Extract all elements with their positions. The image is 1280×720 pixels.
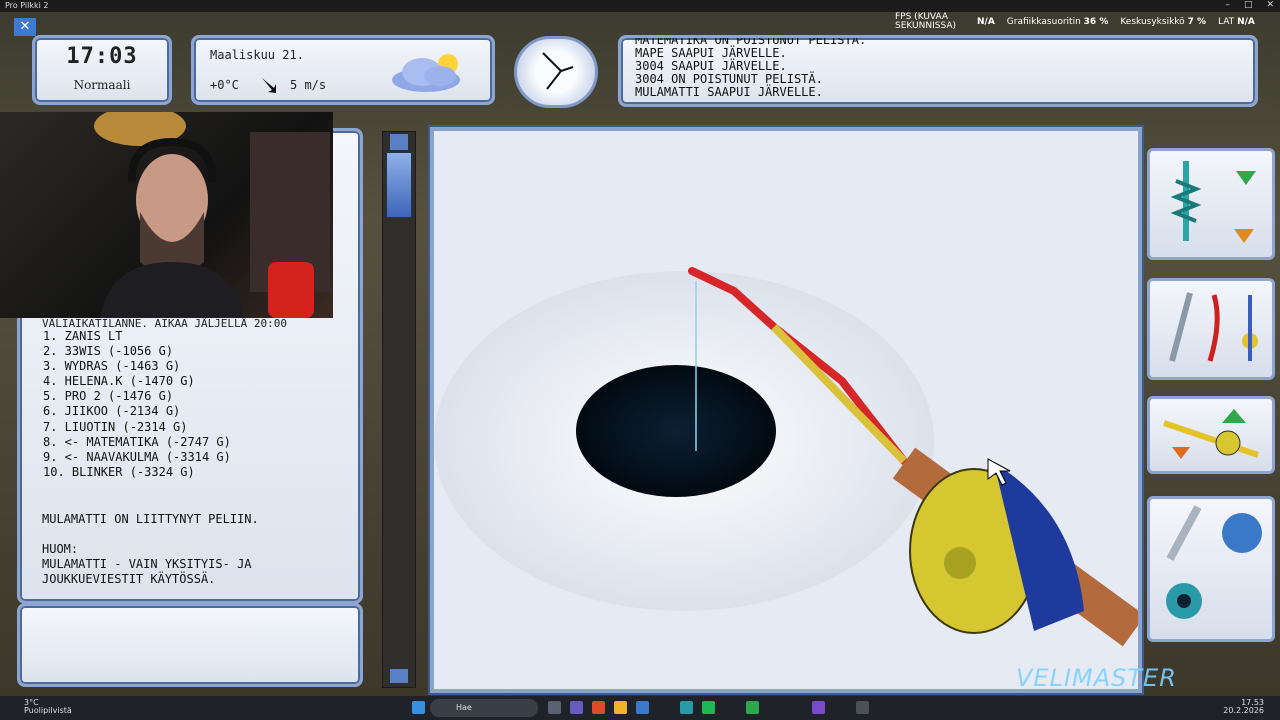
window-close-button[interactable]: ✕: [1266, 0, 1274, 10]
partly-cloudy-icon: [392, 54, 460, 92]
lures-icon: [1169, 292, 1258, 362]
clock-panel: 17:03 Normaali: [32, 35, 172, 105]
game-close-button[interactable]: ✕: [14, 18, 36, 36]
browser-icon[interactable]: [592, 701, 605, 714]
file-explorer-icon[interactable]: [614, 701, 627, 714]
app-icon[interactable]: [570, 701, 583, 714]
score-entry: 9. <- NAAVAKULMA (-3314 G): [43, 449, 231, 464]
start-icon[interactable]: [412, 701, 425, 714]
minimize-button[interactable]: –: [1225, 0, 1230, 10]
window-controls: – □ ✕: [1225, 0, 1274, 10]
store-icon[interactable]: [636, 701, 649, 714]
weather-panel: Maaliskuu 21. +0°C 5 m/s: [191, 35, 495, 105]
gpu-label: Grafiikkasuoritin: [1006, 17, 1081, 27]
tools-icons: [1166, 505, 1262, 619]
note-title: HUOM:: [42, 542, 79, 556]
game-icon[interactable]: [856, 701, 869, 714]
score-entry: 4. HELENA.K (-1470 G): [43, 374, 195, 389]
score-entry: 2. 33WIS (-1056 G): [43, 344, 174, 359]
fps-label: FPS (KUVAA SEKUNNISSA): [895, 12, 957, 31]
fishing-hole[interactable]: [576, 365, 776, 497]
taskbar-search[interactable]: Hae: [430, 699, 538, 717]
lat-label: LAT: [1218, 17, 1235, 27]
misc-tools-panel[interactable]: [1147, 496, 1275, 642]
score-entry: 8. <- MATEMATIKA (-2747 G): [43, 434, 231, 449]
game-speed-mode: Normaali: [73, 78, 131, 92]
performance-overlay: FPS (KUVAA SEKUNNISSA) N/A Grafiikkasuor…: [895, 11, 1255, 33]
lat-value: N/A: [1237, 17, 1255, 27]
taskbar-date: 20.2.2026: [1223, 706, 1264, 715]
auger-tool-panel[interactable]: [1147, 148, 1275, 260]
task-view-icon[interactable]: [548, 701, 561, 714]
score-entry: 10. BLINKER (-3324 G): [43, 464, 195, 479]
ice-hole-scene[interactable]: [430, 127, 1142, 693]
lure-selection-panel[interactable]: [1147, 278, 1275, 380]
compass-needle-icon: [542, 52, 574, 90]
temperature: +0°C: [210, 78, 239, 92]
score-entry: 5. PRO 2 (-1476 G): [43, 389, 174, 404]
taskbar: 3°C Puolipilvistä Hae 17.53 20.2.2026: [0, 696, 1280, 720]
wind-speed: 5 m/s: [290, 78, 327, 92]
slider-down-arrow-icon[interactable]: [390, 669, 408, 683]
taskbar-weather-desc: Puolipilvistä: [24, 706, 72, 715]
maximize-button[interactable]: □: [1244, 0, 1253, 10]
cpu-value: 7 %: [1187, 17, 1206, 27]
slider-up-arrow-icon[interactable]: [390, 134, 408, 150]
app-icon[interactable]: [680, 701, 693, 714]
cpu-label: Keskusyksikkö: [1120, 17, 1185, 27]
taskbar-search-label: Hae: [456, 703, 472, 712]
chat-input-panel[interactable]: [17, 603, 363, 687]
webcam-overlay: [0, 112, 333, 318]
gpu-value: 36 %: [1083, 17, 1109, 27]
taskbar-weather[interactable]: 3°C Puolipilvistä: [24, 699, 72, 715]
message-item: MULAMATTI SAAPUI JÄRVELLE.: [635, 85, 823, 99]
weather-date: Maaliskuu 21.: [210, 48, 304, 62]
ice-hole-view: [434, 131, 1138, 689]
wind-direction-arrow-icon: [262, 78, 276, 93]
window-title: Pro Pilkki 2: [5, 1, 49, 10]
message-log-panel: MATEMATIKA ON POISTUNUT PELISTÄ. MAPE SA…: [618, 35, 1258, 107]
streamer-webcam-image: [94, 112, 330, 318]
note-body: MULAMATTI - VAIN YKSITYIS- JA JOUKKUEVIE…: [42, 557, 252, 586]
message-list: MATEMATIKA ON POISTUNUT PELISTÄ. MAPE SA…: [635, 38, 866, 99]
spotify-icon[interactable]: [702, 701, 715, 714]
scoreboard-list: 1. ZANIS LT 2. 33WIS (-1056 G) 3. WYDRAS…: [43, 329, 231, 480]
score-entry: 3. WYDRAS (-1463 G): [43, 359, 181, 374]
game-time: 17:03: [66, 44, 138, 69]
rod-selection-panel[interactable]: [1147, 396, 1275, 474]
score-entry: 6. JIIKOO (-2134 G): [43, 404, 181, 419]
score-entry: 7. LIUOTIN (-2314 G): [43, 419, 188, 434]
fishing-rod-icon: [1163, 409, 1259, 459]
slider-thumb[interactable]: [386, 152, 412, 218]
score-entry: 1. ZANIS LT: [43, 329, 123, 343]
join-message: MULAMATTI ON LIITTYNYT PELIIN.: [42, 512, 259, 526]
streamer-watermark: VELIMASTER: [1016, 664, 1177, 692]
depth-slider[interactable]: [382, 131, 416, 688]
taskbar-clock[interactable]: 17.53 20.2.2026: [1223, 699, 1264, 715]
app-icon[interactable]: [812, 701, 825, 714]
fps-value: N/A: [977, 17, 995, 27]
ice-auger-icon: [1170, 161, 1256, 243]
app-icon[interactable]: [746, 701, 759, 714]
compass-button[interactable]: [514, 36, 598, 108]
